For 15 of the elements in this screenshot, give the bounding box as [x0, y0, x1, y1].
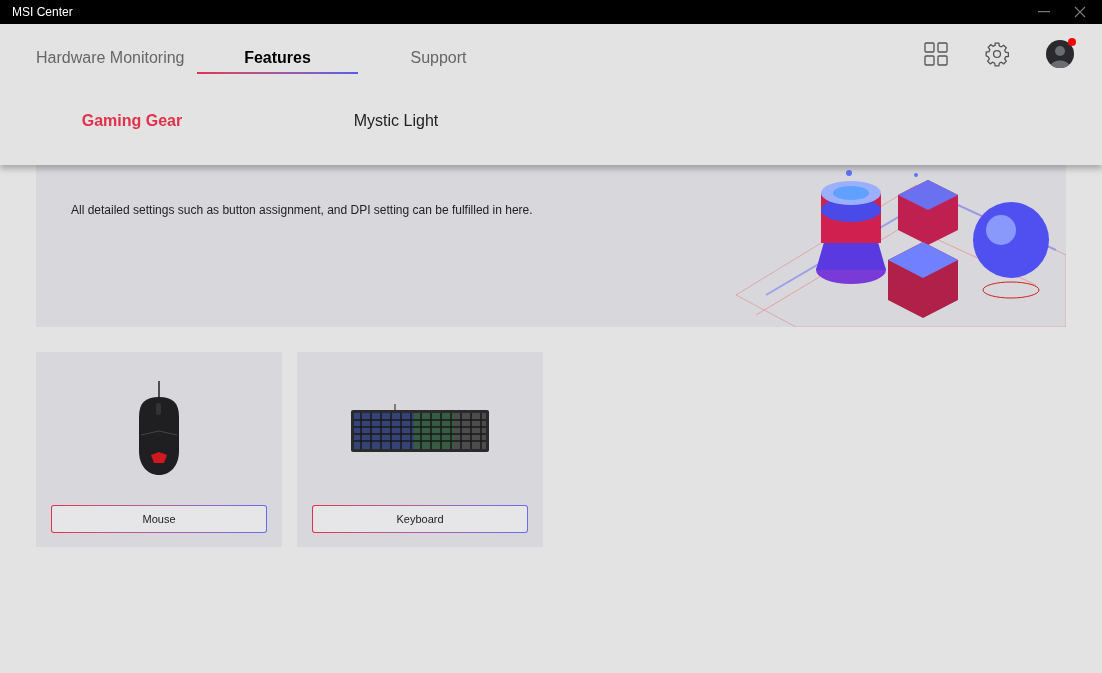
- device-button[interactable]: Keyboard: [312, 505, 528, 533]
- keyboard-icon: [351, 403, 489, 454]
- minimize-icon[interactable]: [1038, 11, 1050, 13]
- nav-tab[interactable]: Hardware Monitoring: [36, 40, 197, 76]
- settings-icon[interactable]: [984, 41, 1010, 67]
- banner-description: All detailed settings such as button assignment, and DPI setting can be fulfilled in here.: [71, 202, 533, 219]
- nav-tab[interactable]: Features: [197, 40, 358, 76]
- device-button[interactable]: Mouse: [51, 505, 267, 533]
- close-icon[interactable]: [1074, 6, 1086, 18]
- nav-tab[interactable]: Support: [358, 40, 519, 76]
- mouse-icon: [137, 380, 181, 477]
- subtab[interactable]: Mystic Light: [264, 106, 528, 136]
- avatar-icon[interactable]: [1046, 40, 1074, 68]
- grid-icon[interactable]: [924, 42, 948, 66]
- window-title: MSI Center: [12, 4, 73, 21]
